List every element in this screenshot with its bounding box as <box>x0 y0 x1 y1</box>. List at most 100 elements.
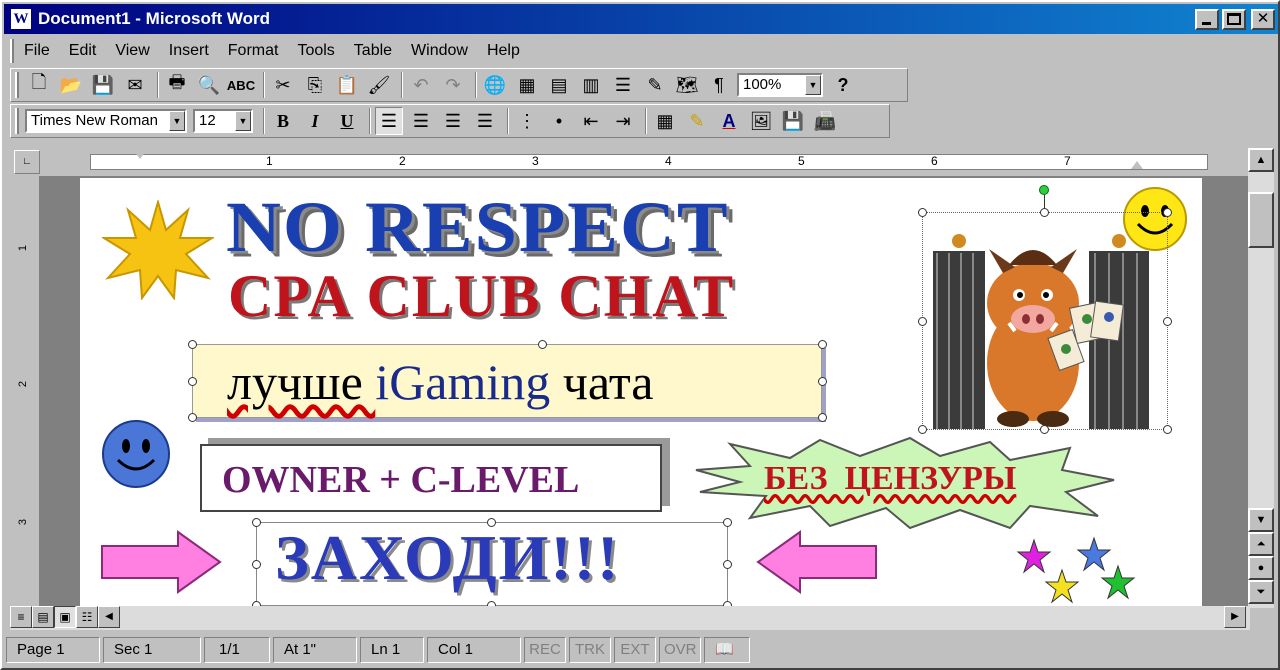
paste-icon[interactable]: 📋 <box>333 71 361 99</box>
menu-edit[interactable]: Edit <box>69 42 97 60</box>
resize-handle[interactable] <box>723 560 732 569</box>
copy-icon[interactable]: ⎘ <box>301 71 329 99</box>
resize-handle[interactable] <box>918 208 927 217</box>
first-line-indent-marker[interactable] <box>134 151 146 159</box>
show-hide-icon[interactable]: ¶ <box>705 71 733 99</box>
select-browse-object-button[interactable]: ● <box>1248 556 1274 580</box>
save-icon[interactable]: 💾 <box>89 71 117 99</box>
chevron-down-icon[interactable]: ▼ <box>805 75 821 95</box>
redo-icon[interactable]: ↷ <box>439 71 467 99</box>
menu-help[interactable]: Help <box>487 42 520 60</box>
toolbar-grip[interactable] <box>15 72 19 98</box>
resize-handle[interactable] <box>1040 425 1049 434</box>
scroll-up-button[interactable]: ▲ <box>1248 148 1274 172</box>
resize-handle[interactable] <box>1163 425 1172 434</box>
numbering-icon[interactable]: ⋮ <box>513 107 541 135</box>
toolbar-grip[interactable] <box>15 108 19 134</box>
headline-wordart[interactable]: NO RESPECT <box>226 186 730 269</box>
align-right-icon[interactable]: ☰ <box>439 107 467 135</box>
subhead-wordart[interactable]: CPA CLUB CHAT <box>228 262 735 331</box>
status-trk[interactable]: TRK <box>569 637 611 663</box>
print-layout-view-button[interactable]: ▣ <box>54 606 76 628</box>
bullets-icon[interactable]: • <box>545 107 573 135</box>
decrease-indent-icon[interactable]: ⇤ <box>577 107 605 135</box>
print-icon[interactable]: 🖶 <box>163 71 191 99</box>
drawing-icon[interactable]: ✎ <box>641 71 669 99</box>
resize-handle[interactable] <box>818 340 827 349</box>
columns-icon[interactable]: ☰ <box>609 71 637 99</box>
web-layout-view-button[interactable]: ▤ <box>32 606 54 628</box>
normal-view-button[interactable]: ≡ <box>10 606 32 628</box>
new-document-icon[interactable]: 🗋 <box>25 71 53 99</box>
resize-handle[interactable] <box>188 377 197 386</box>
picture-icon[interactable]: 🖼 <box>747 107 775 135</box>
tables-borders-icon[interactable]: ▦ <box>513 71 541 99</box>
resize-handle[interactable] <box>918 317 927 326</box>
horizontal-scrollbar[interactable]: ≡ ▤ ▣ ☷ ◀ ▶ <box>10 606 1250 630</box>
resize-handle[interactable] <box>1163 317 1172 326</box>
insert-table-icon[interactable]: ▤ <box>545 71 573 99</box>
zoom-dropdown[interactable]: 100% ▼ <box>737 73 823 97</box>
tab-selector[interactable]: ∟ <box>14 150 40 174</box>
menu-insert[interactable]: Insert <box>169 42 209 60</box>
maximize-button[interactable] <box>1222 8 1246 30</box>
borders-icon[interactable]: ▦ <box>651 107 679 135</box>
email-icon[interactable]: ✉ <box>121 71 149 99</box>
highlight-icon[interactable]: ✎ <box>683 107 711 135</box>
word-app-icon[interactable]: W <box>10 8 32 30</box>
scroll-thumb[interactable] <box>1248 192 1274 248</box>
italic-button[interactable]: I <box>301 107 329 135</box>
resize-handle[interactable] <box>188 340 197 349</box>
font-dropdown[interactable]: Times New Roman ▼ <box>25 109 187 133</box>
resize-handle[interactable] <box>252 560 261 569</box>
previous-page-button[interactable]: ⏶ <box>1248 532 1274 556</box>
status-ext[interactable]: EXT <box>614 637 656 663</box>
vertical-scrollbar[interactable]: ▲ ▼ ⏶ ● ⏷ <box>1248 148 1274 608</box>
insert-excel-icon[interactable]: ▥ <box>577 71 605 99</box>
scroll-left-button[interactable]: ◀ <box>98 606 120 628</box>
menu-window[interactable]: Window <box>411 42 468 60</box>
fax-icon[interactable]: 📠 <box>811 107 839 135</box>
tagline-textbox[interactable]: лучше iGaming чата <box>188 340 827 422</box>
uncensored-burst[interactable]: БЕЗ ЦЕНЗУРЫ <box>690 436 1120 532</box>
menu-view[interactable]: View <box>115 42 149 60</box>
open-folder-icon[interactable]: 📂 <box>57 71 85 99</box>
outline-view-button[interactable]: ☷ <box>76 606 98 628</box>
resize-handle[interactable] <box>252 518 261 527</box>
save-icon-2[interactable]: 💾 <box>779 107 807 135</box>
document-map-icon[interactable]: 🗺 <box>673 71 701 99</box>
ruler-strip[interactable]: 1 2 3 4 5 6 7 <box>90 151 1208 170</box>
cta-wordart-box[interactable]: ЗАХОДИ!!! <box>252 518 732 608</box>
status-rec[interactable]: REC <box>524 637 566 663</box>
next-page-button[interactable]: ⏷ <box>1248 580 1274 604</box>
status-ovr[interactable]: OVR <box>659 637 701 663</box>
align-left-icon[interactable]: ☰ <box>375 107 403 135</box>
bold-button[interactable]: B <box>269 107 297 135</box>
resize-handle[interactable] <box>487 518 496 527</box>
chevron-down-icon[interactable]: ▼ <box>169 111 185 131</box>
resize-handle[interactable] <box>1040 208 1049 217</box>
help-icon[interactable]: ? <box>829 71 857 99</box>
menu-file[interactable]: File <box>24 42 50 60</box>
scroll-down-button[interactable]: ▼ <box>1248 508 1274 532</box>
rotation-handle[interactable] <box>1039 185 1049 195</box>
align-center-icon[interactable]: ☰ <box>407 107 435 135</box>
print-preview-icon[interactable]: 🔍 <box>195 71 223 99</box>
format-painter-icon[interactable]: 🖌 <box>365 71 393 99</box>
close-button[interactable]: ✕ <box>1251 8 1275 30</box>
justify-icon[interactable]: ☰ <box>471 107 499 135</box>
resize-handle[interactable] <box>918 425 927 434</box>
boar-mascot-image[interactable] <box>918 185 1172 434</box>
menu-format[interactable]: Format <box>228 42 279 60</box>
resize-handle[interactable] <box>538 340 547 349</box>
menu-grip[interactable] <box>10 39 14 63</box>
font-size-dropdown[interactable]: 12 ▼ <box>193 109 253 133</box>
underline-button[interactable]: U <box>333 107 361 135</box>
owner-textbox[interactable]: OWNER + C-LEVEL <box>200 444 662 512</box>
undo-icon[interactable]: ↶ <box>407 71 435 99</box>
resize-handle[interactable] <box>188 413 197 422</box>
vertical-ruler[interactable]: 1 2 3 <box>10 176 40 606</box>
menu-table[interactable]: Table <box>354 42 392 60</box>
hyperlink-icon[interactable]: 🌐 <box>481 71 509 99</box>
resize-handle[interactable] <box>818 377 827 386</box>
